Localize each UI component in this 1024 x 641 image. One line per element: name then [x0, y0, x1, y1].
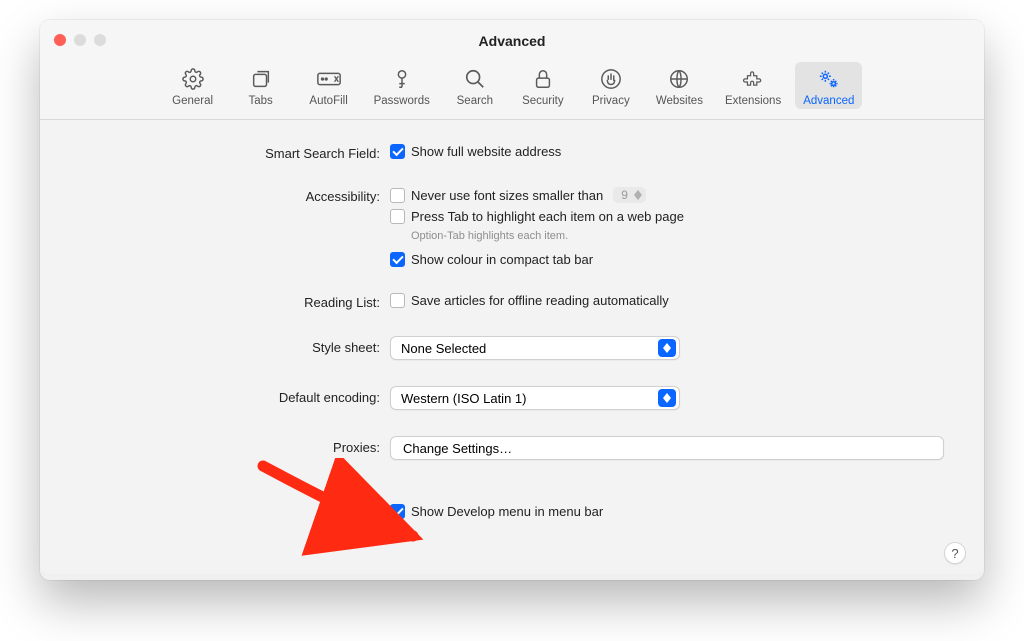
option-press-tab: Press Tab to highlight each item on a we…: [411, 209, 684, 224]
autofill-icon: [316, 66, 342, 92]
tab-label: Search: [457, 95, 493, 107]
label-default-encoding: Default encoding:: [80, 386, 380, 405]
checkbox-show-develop-menu[interactable]: [390, 504, 405, 519]
stepper-arrows: [634, 190, 642, 200]
label-reading-list: Reading List:: [80, 293, 380, 310]
option-never-font-sizes: Never use font sizes smaller than: [411, 188, 603, 203]
key-icon: [391, 66, 413, 92]
option-save-offline: Save articles for offline reading automa…: [411, 293, 669, 308]
close-window-button[interactable]: [54, 34, 66, 46]
titlebar: Advanced: [40, 20, 984, 62]
tab-label: Security: [522, 95, 564, 107]
preferences-toolbar: General Tabs AutoFill P: [40, 62, 984, 120]
puzzle-icon: [742, 66, 764, 92]
tab-privacy[interactable]: Privacy: [580, 62, 642, 109]
select-arrows-icon: [658, 339, 676, 357]
tab-label: Passwords: [374, 95, 430, 107]
label-proxies: Proxies:: [80, 436, 380, 455]
window-title: Advanced: [40, 20, 984, 62]
select-arrows-icon: [658, 389, 676, 407]
tab-label: Advanced: [803, 95, 854, 107]
select-style-sheet[interactable]: None Selected: [390, 336, 680, 360]
hand-icon: [600, 66, 622, 92]
font-size-stepper[interactable]: 9: [613, 187, 646, 203]
option-show-develop-menu: Show Develop menu in menu bar: [411, 504, 603, 519]
style-sheet-value: None Selected: [401, 341, 486, 356]
tab-passwords[interactable]: Passwords: [366, 62, 438, 109]
tab-websites[interactable]: Websites: [648, 62, 711, 109]
tab-content-advanced: Smart Search Field: Show full website ad…: [40, 120, 984, 574]
tab-label: Websites: [656, 95, 703, 107]
tab-general[interactable]: General: [162, 62, 224, 109]
label-accessibility: Accessibility:: [80, 187, 380, 204]
help-label: ?: [951, 546, 958, 561]
tab-extensions[interactable]: Extensions: [717, 62, 789, 109]
tab-autofill[interactable]: AutoFill: [298, 62, 360, 109]
traffic-lights: [54, 34, 106, 46]
tabs-icon: [250, 66, 272, 92]
preferences-window: Advanced General Tabs: [40, 20, 984, 580]
checkbox-save-offline[interactable]: [390, 293, 405, 308]
tab-label: AutoFill: [309, 95, 347, 107]
tab-security[interactable]: Security: [512, 62, 574, 109]
checkbox-show-colour-tab[interactable]: [390, 252, 405, 267]
tab-label: Privacy: [592, 95, 630, 107]
font-size-value: 9: [621, 188, 628, 202]
change-settings-label: Change Settings…: [403, 441, 512, 456]
label-style-sheet: Style sheet:: [80, 336, 380, 355]
label-smart-search: Smart Search Field:: [80, 144, 380, 161]
gear-icon: [182, 66, 204, 92]
tab-label: General: [172, 95, 213, 107]
search-icon: [464, 66, 486, 92]
checkbox-show-full-address[interactable]: [390, 144, 405, 159]
tab-label: Tabs: [248, 95, 272, 107]
tab-label: Extensions: [725, 95, 781, 107]
option-show-full-address: Show full website address: [411, 144, 561, 159]
checkbox-never-font-sizes[interactable]: [390, 188, 405, 203]
globe-icon: [668, 66, 690, 92]
hint-option-tab: Option-Tab highlights each item.: [390, 230, 944, 242]
tab-tabs[interactable]: Tabs: [230, 62, 292, 109]
maximize-window-button[interactable]: [94, 34, 106, 46]
tab-advanced[interactable]: Advanced: [795, 62, 862, 109]
tab-search[interactable]: Search: [444, 62, 506, 109]
lock-icon: [532, 66, 554, 92]
button-change-settings[interactable]: Change Settings…: [390, 436, 944, 460]
select-default-encoding[interactable]: Western (ISO Latin 1): [390, 386, 680, 410]
help-button[interactable]: ?: [944, 542, 966, 564]
option-show-colour-tab: Show colour in compact tab bar: [411, 252, 593, 267]
minimize-window-button[interactable]: [74, 34, 86, 46]
encoding-value: Western (ISO Latin 1): [401, 391, 526, 406]
checkbox-press-tab[interactable]: [390, 209, 405, 224]
gears-icon: [817, 66, 841, 92]
